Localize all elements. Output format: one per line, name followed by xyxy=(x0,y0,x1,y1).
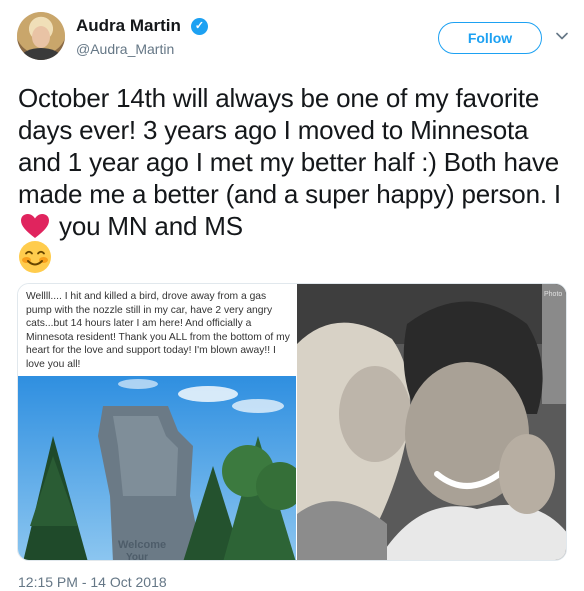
tweet-text: October 14th will always be one of my fa… xyxy=(18,82,566,242)
couple-photo: Photo xyxy=(297,284,566,560)
tweet-text-part2: you MN and MS xyxy=(59,211,243,241)
minnesota-sign-photo: Welcome Your xyxy=(18,376,296,561)
chevron-down-icon[interactable] xyxy=(556,30,568,42)
avatar[interactable] xyxy=(17,12,65,60)
photo-corner-text: Photo xyxy=(544,291,562,298)
follow-button[interactable]: Follow xyxy=(438,22,542,54)
verified-badge-icon: ✓ xyxy=(191,18,208,35)
sign-text-2: Your xyxy=(126,552,148,561)
user-handle[interactable]: @Audra_Martin xyxy=(76,41,174,57)
media-image-left[interactable]: Wellll.... I hit and killed a bird, drov… xyxy=(18,284,296,561)
display-name[interactable]: Audra Martin xyxy=(76,16,181,36)
smiling-face-with-blush-emoji xyxy=(19,241,51,273)
tweet-text-part1: October 14th will always be one of my fa… xyxy=(18,83,561,209)
red-heart-emoji xyxy=(21,214,49,238)
tweet-timestamp[interactable]: 12:15 PM - 14 Oct 2018 xyxy=(18,574,167,590)
sign-text: Welcome xyxy=(118,539,166,551)
image-caption-text: Wellll.... I hit and killed a bird, drov… xyxy=(26,291,290,370)
tweet-media[interactable]: Wellll.... I hit and killed a bird, drov… xyxy=(17,283,567,561)
media-image-right[interactable]: Photo xyxy=(297,284,566,560)
